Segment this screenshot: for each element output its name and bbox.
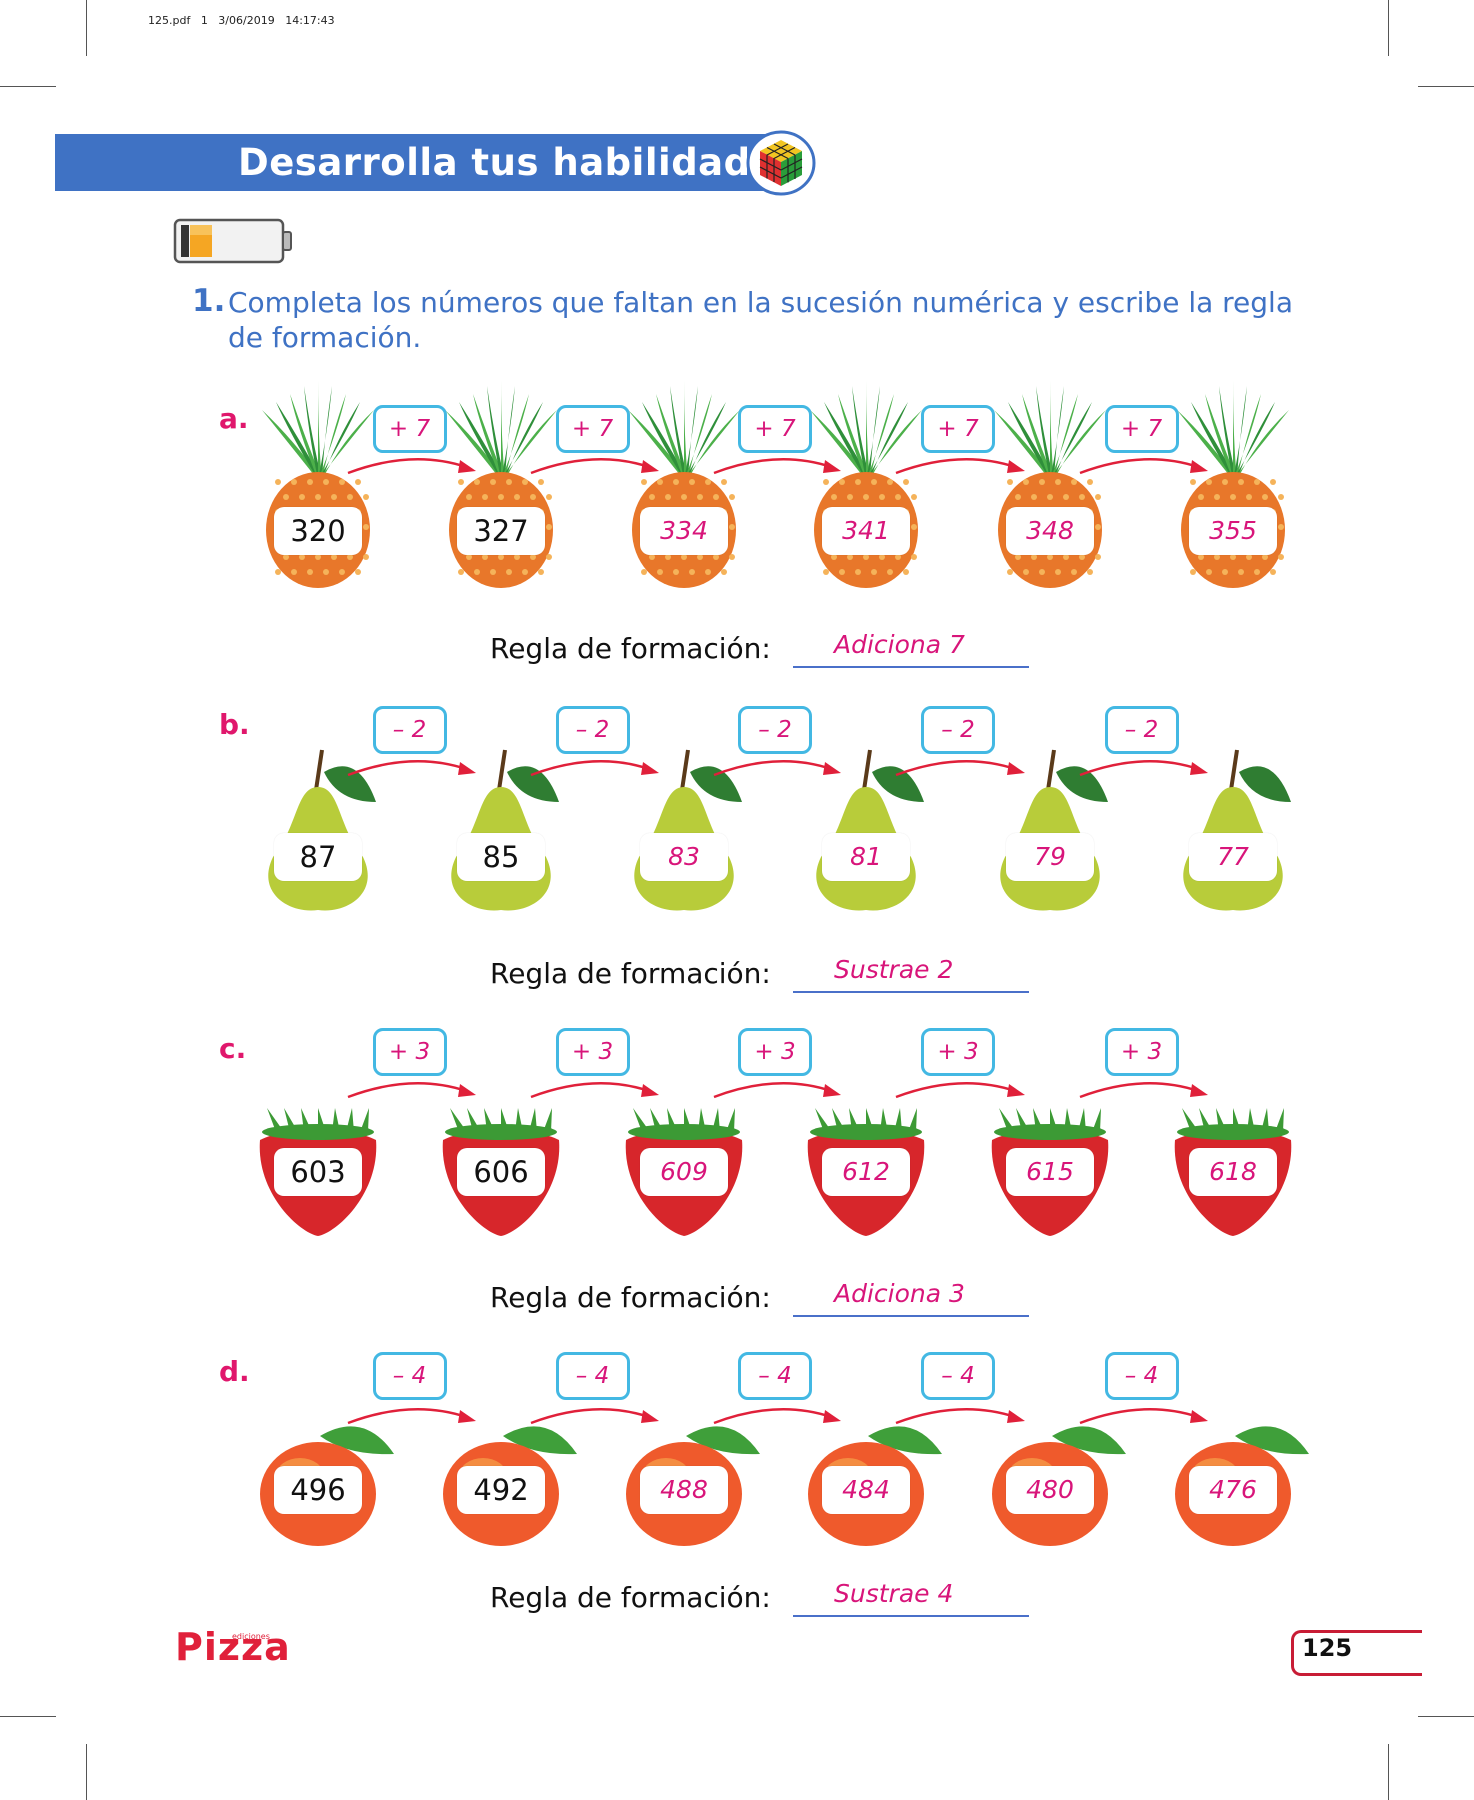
rule-answer[interactable]: Sustrae 2 [834,955,953,984]
arrow-icon [530,458,659,475]
operation-box: + 3 [555,1028,630,1076]
answer-field[interactable]: 79 [1006,833,1094,881]
arrow-icon [713,1408,841,1425]
arrow-icon [347,1082,476,1099]
arrow-icon [713,1082,841,1099]
pdf-meta: 125.pdf 1 3/06/2019 14:17:43 [148,14,335,27]
arrow-icon [895,1408,1025,1425]
operation-box: – 4 [372,1352,447,1400]
operation-box: – 2 [921,706,995,754]
arrow-icon [347,458,476,475]
answer-field[interactable]: 355 [1189,507,1277,555]
arrow-icon [530,1408,659,1425]
number-label: 87 [274,833,362,881]
rule-answer[interactable]: Adiciona 7 [834,630,965,659]
answer-field[interactable]: 77 [1189,833,1277,881]
crop-mark [1388,1744,1389,1800]
number-label: 492 [457,1466,545,1514]
answer-field[interactable]: 484 [822,1466,910,1514]
rule-answer-line[interactable] [793,1615,1029,1617]
operation-box: + 3 [921,1028,995,1076]
arrow-icon [895,458,1025,475]
exercise-letter: d. [219,1355,250,1388]
rule-label: Regla de formación: [490,632,771,665]
rule-label: Regla de formación: [490,957,771,990]
exercise-letter: a. [219,402,249,435]
crop-mark [86,1744,87,1800]
operation-box: + 3 [372,1028,447,1076]
answer-field[interactable]: 81 [822,833,910,881]
arrow-icon [713,760,841,777]
operation-box: – 2 [738,706,812,754]
arrow-icon [347,760,476,777]
rule-answer[interactable]: Adiciona 3 [834,1279,965,1308]
crop-mark [0,1716,56,1717]
answer-field[interactable]: 615 [1006,1148,1094,1196]
publisher-logo-subtitle: ediciones [232,1632,270,1641]
answer-field[interactable]: 609 [640,1148,728,1196]
crop-mark [0,86,56,87]
battery-icon [173,218,292,264]
answer-field[interactable]: 83 [640,833,728,881]
number-label: 603 [274,1148,362,1196]
arrow-icon [530,760,659,777]
crop-mark [1388,0,1389,56]
number-label: 327 [457,507,545,555]
operation-box: + 7 [921,405,995,453]
operation-box: + 3 [738,1028,812,1076]
arrow-icon [895,760,1025,777]
arrow-icon [1079,760,1208,777]
operation-box: – 4 [1104,1352,1179,1400]
arrow-icon [347,1408,476,1425]
rule-answer-line[interactable] [793,666,1029,668]
answer-field[interactable]: 341 [822,507,910,555]
operation-box: – 4 [555,1352,630,1400]
arrow-icon [1079,1408,1208,1425]
operation-box: – 4 [921,1352,995,1400]
arrow-icon [713,458,841,475]
operation-box: + 7 [738,405,812,453]
rule-answer-line[interactable] [793,991,1029,993]
page-title: Desarrolla tus habilidades [238,141,799,184]
rubiks-cube-icon [746,130,816,196]
operation-box: + 7 [372,405,447,453]
rule-label: Regla de formación: [490,1281,771,1314]
answer-field[interactable]: 334 [640,507,728,555]
rule-answer[interactable]: Sustrae 4 [834,1579,953,1608]
instruction-number: 1. [192,283,226,319]
crop-mark [1418,86,1474,87]
instruction-text: Completa los números que faltan en la su… [228,286,1293,354]
operation-box: + 7 [555,405,630,453]
answer-field[interactable]: 476 [1189,1466,1277,1514]
arrow-icon [895,1082,1025,1099]
arrow-icon [530,1082,659,1099]
operation-box: – 4 [738,1352,812,1400]
crop-mark [86,0,87,56]
arrow-icon [1079,1082,1208,1099]
page-number: 125 [1302,1634,1353,1662]
operation-box: – 2 [372,706,447,754]
number-label: 85 [457,833,545,881]
number-label: 496 [274,1466,362,1514]
answer-field[interactable]: 348 [1006,507,1094,555]
rule-answer-line[interactable] [793,1315,1029,1317]
operation-box: – 2 [555,706,630,754]
answer-field[interactable]: 618 [1189,1148,1277,1196]
arrow-icon [1079,458,1208,475]
exercise-letter: c. [219,1032,247,1065]
number-label: 320 [274,507,362,555]
exercise-letter: b. [219,708,250,741]
answer-field[interactable]: 480 [1006,1466,1094,1514]
operation-box: + 7 [1104,405,1179,453]
rule-label: Regla de formación: [490,1581,771,1614]
number-label: 606 [457,1148,545,1196]
answer-field[interactable]: 488 [640,1466,728,1514]
operation-box: – 2 [1104,706,1179,754]
answer-field[interactable]: 612 [822,1148,910,1196]
crop-mark [1418,1716,1474,1717]
operation-box: + 3 [1104,1028,1179,1076]
